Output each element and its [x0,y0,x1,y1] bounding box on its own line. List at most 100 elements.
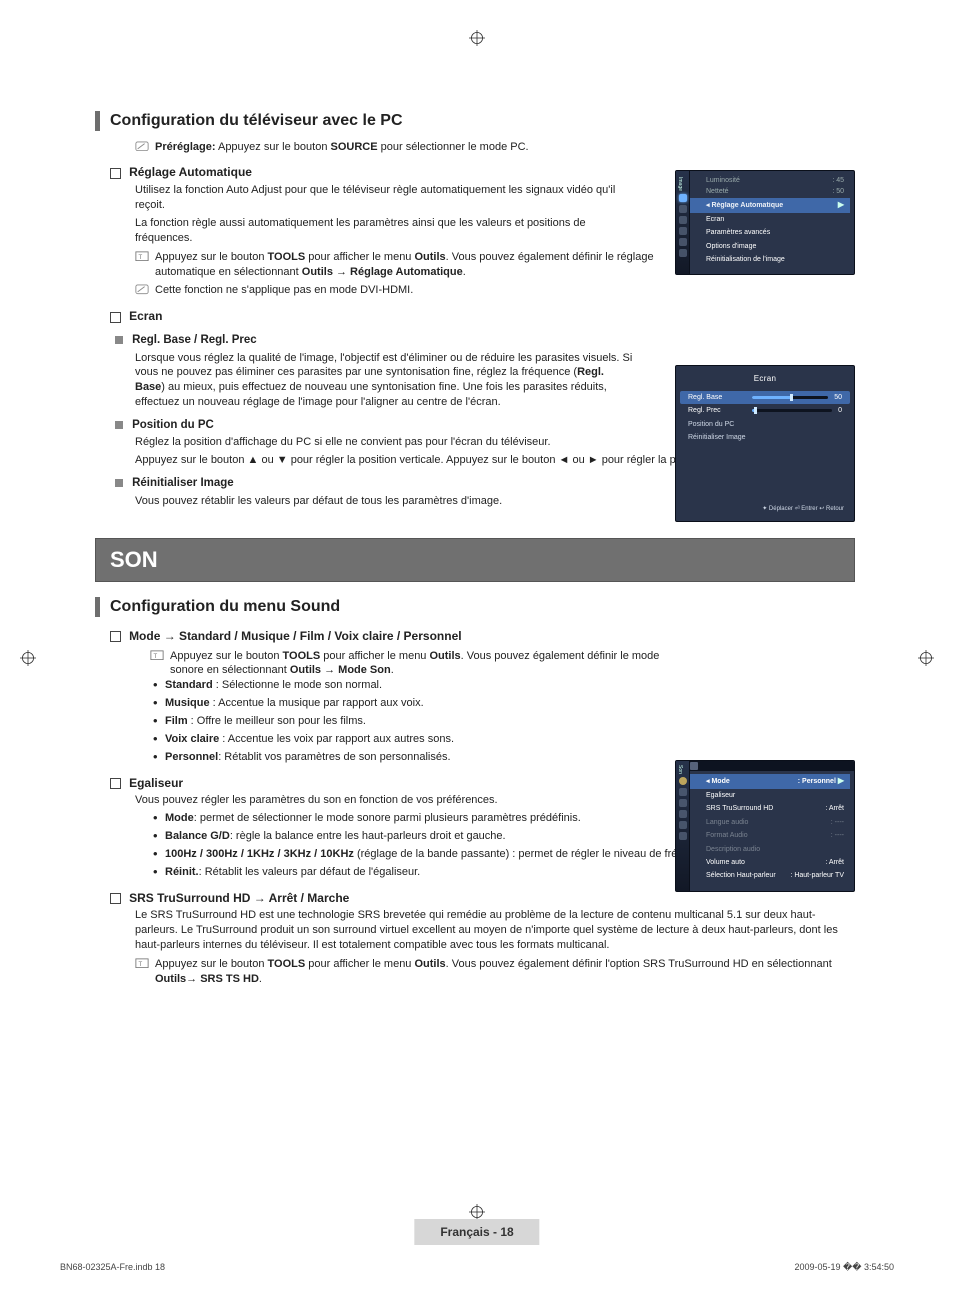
list-item: Musique : Accentue la musique par rappor… [153,696,855,711]
osd-ecran-title: Ecran [680,374,850,385]
osd-ecran-menu: Ecran Regl. Base 50 Regl. Prec 0 Positio… [675,365,855,522]
reglage-auto-title: Réglage Automatique [129,165,252,179]
reglage-auto-tools-note: T Appuyez sur le bouton TOOLS pour affic… [135,250,655,280]
ecran-title: Ecran [129,309,162,323]
regl-base-title: Regl. Base / Regl. Prec [132,334,257,346]
setup-tab-icon [679,227,687,235]
input-tab-icon [679,821,687,829]
input-tab-icon [679,238,687,246]
sound-tab-icon [679,777,687,785]
heading-bar [95,111,100,131]
square-outline-icon [110,312,121,323]
heading-text: Configuration du téléviseur avec le PC [110,110,403,132]
srs-tools-text: Appuyez sur le bouton TOOLS pour affiche… [155,957,855,987]
osd-row-ecran: Ecran [680,213,850,226]
square-fill-icon [115,336,123,344]
osd-row-desc-audio: Description audio [680,843,850,856]
registration-mark-top [469,30,485,46]
osd-row-format-audio: Format Audio: ---- [680,829,850,842]
osd-row-volume-auto: Volume auto: Arrêt [680,856,850,869]
prereg-note: Préréglage: Appuyez sur le bouton SOURCE… [135,140,655,155]
registration-mark-left [20,650,36,666]
page-number-footer: Français - 18 [414,1219,539,1245]
reglage-auto-tools-text: Appuyez sur le bouton TOOLS pour affiche… [155,250,655,280]
osd-row-param-avances: Paramètres avancés [680,226,850,239]
tools-icon: T [150,650,164,662]
mode-tools-note: T Appuyez sur le bouton TOOLS pour affic… [150,649,670,679]
sub-mode: Mode → Standard / Musique / Film / Voix … [110,628,855,645]
mode-bullets: Standard : Sélectionne le mode son norma… [153,678,855,764]
channel-tab-icon [679,216,687,224]
channel-tab-icon [679,799,687,807]
square-outline-icon [110,778,121,789]
list-item: Film : Offre le meilleur son pour les fi… [153,714,855,729]
print-footer-row: BN68-02325A-Fre.indb 18 2009-05-19 �� 3:… [60,1261,894,1273]
mode-tools-text: Appuyez sur le bouton TOOLS pour affiche… [170,649,670,679]
position-pc-title: Position du PC [132,419,214,431]
sub-regl-base: Regl. Base / Regl. Prec [115,333,855,349]
osd-row-srs: SRS TruSurround HD: Arrêt [680,802,850,815]
srs-title: SRS TruSurround HD → Arrêt / Marche [129,891,349,905]
heading-config-tv-pc: Configuration du téléviseur avec le PC [95,110,855,132]
footer-right: 2009-05-19 �� 3:54:50 [794,1261,894,1273]
heading-config-sound: Configuration du menu Sound [95,596,855,618]
reinit-image-title: Réinitialiser Image [132,477,234,489]
egaliseur-title: Egaliseur [129,776,183,790]
osd-slider-regl-base: Regl. Base 50 [680,391,850,404]
osd-sidebar: Image [676,171,690,274]
osd-row-reglage-auto: ◂ Réglage Automatique▶ [680,198,850,213]
osd-row-langue-audio: Langue audio: ---- [680,816,850,829]
reglage-auto-p1: Utilisez la fonction Auto Adjust pour qu… [135,183,635,213]
prereg-text: Préréglage: Appuyez sur le bouton SOURCE… [155,140,655,155]
osd-row-position-pc: Position du PC [680,418,850,431]
mode-title: Mode → Standard / Musique / Film / Voix … [129,629,462,643]
pencil-icon [135,284,149,296]
svg-text:T: T [154,652,158,659]
square-outline-icon [110,893,121,904]
picture-tab-icon [679,194,687,202]
dvi-note-text: Cette fonction ne s'applique pas en mode… [155,283,655,298]
page-content: Configuration du téléviseur avec le PC P… [95,100,855,987]
osd-row-options-image: Options d'image [680,240,850,253]
svg-text:T: T [139,961,143,968]
osd-row-egaliseur: Egaliseur [680,789,850,802]
registration-mark-bottom [469,1204,485,1220]
osd-sound-menu: Son ◂ Mode: Personnel ▶ Egaliseur SRS Tr… [675,760,855,892]
osd-row-selection-hp: Sélection Haut-parleur: Haut-parleur TV [680,869,850,882]
square-outline-icon [110,631,121,642]
osd-row-reinit-image: Réinitialiser Image [680,431,850,444]
square-outline-icon [110,168,121,179]
list-item: Voix claire : Accentue les voix par rapp… [153,732,855,747]
regl-base-body: Lorsque vous réglez la qualité de l'imag… [135,351,635,410]
osd-footer-hints: ✦ Déplacer ⏎ Entrer ↩ Retour [680,495,850,513]
picture-tab-icon [679,788,687,796]
osd-header-bar [676,761,854,771]
reglage-auto-dvi-note: Cette fonction ne s'applique pas en mode… [135,283,655,298]
son-banner: SON [95,538,855,582]
osd-slider-regl-prec: Regl. Prec 0 [680,404,850,417]
sub-ecran: Ecran [110,308,855,325]
osd-image-menu: Image Luminosité: 45 Netteté: 50 ◂ Régla… [675,170,855,275]
list-item: Standard : Sélectionne le mode son norma… [153,678,855,693]
support-tab-icon [679,832,687,840]
osd-row-reinit-image: Réinitialisation de l'image [680,253,850,266]
sound-tab-icon [679,205,687,213]
srs-tools-note: T Appuyez sur le bouton TOOLS pour affic… [135,957,855,987]
heading-text: Configuration du menu Sound [110,596,340,618]
tools-icon: T [135,958,149,970]
tools-icon: T [135,251,149,263]
registration-mark-right [918,650,934,666]
support-tab-icon [679,249,687,257]
osd-row-luminosite: Luminosité: 45 [680,175,850,186]
svg-text:T: T [139,254,143,261]
square-fill-icon [115,479,123,487]
chevron-right-icon: ▶ [838,776,844,785]
square-fill-icon [115,421,123,429]
osd-row-mode: ◂ Mode: Personnel ▶ [680,774,850,789]
osd-row-nettete: Netteté: 50 [680,186,850,197]
pencil-icon [135,141,149,153]
heading-bar [95,597,100,617]
chevron-right-icon: ▶ [838,200,844,211]
srs-body: Le SRS TruSurround HD est une technologi… [135,908,855,953]
footer-left: BN68-02325A-Fre.indb 18 [60,1261,165,1273]
